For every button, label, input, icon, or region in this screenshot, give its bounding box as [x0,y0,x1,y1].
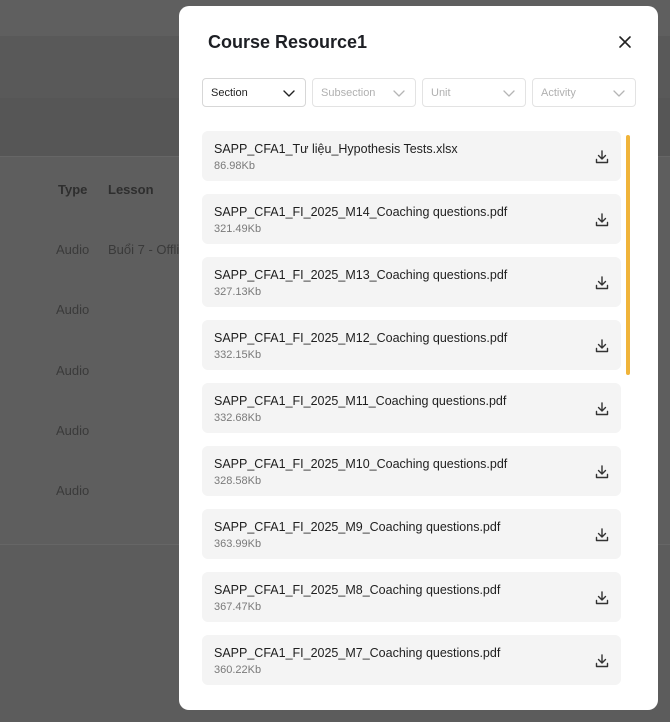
file-name: SAPP_CFA1_FI_2025_M11_Coaching questions… [214,394,507,408]
activity-dropdown[interactable]: Activity [532,78,636,107]
file-size: 367.47Kb [214,601,262,613]
chevron-down-icon [283,89,295,97]
list-item: SAPP_CFA1_FI_2025_M12_Coaching questions… [202,320,621,370]
dropdown-label: Activity [541,86,576,99]
resource-list: SAPP_CFA1_Tư liệu_Hypothesis Tests.xlsx … [202,131,622,698]
download-button[interactable] [594,464,610,480]
file-size: 86.98Kb [214,160,255,172]
list-item: SAPP_CFA1_FI_2025_M9_Coaching questions.… [202,509,621,559]
download-button[interactable] [594,275,610,291]
list-item: SAPP_CFA1_FI_2025_M8_Coaching questions.… [202,572,621,622]
file-name: SAPP_CFA1_FI_2025_M13_Coaching questions… [214,268,508,282]
download-icon [595,339,609,353]
download-icon [595,276,609,290]
download-icon [595,150,609,164]
download-icon [595,654,609,668]
dropdown-label: Unit [431,86,451,99]
close-button[interactable] [615,32,635,52]
background-cell-type: Audio [56,302,90,317]
file-size: 332.15Kb [214,349,262,361]
list-item: SAPP_CFA1_Tư liệu_Hypothesis Tests.xlsx … [202,131,621,181]
file-size: 363.99Kb [214,538,262,550]
download-button[interactable] [594,590,610,606]
file-name: SAPP_CFA1_FI_2025_M9_Coaching questions.… [214,520,501,534]
modal-title: Course Resource1 [208,32,368,52]
list-item: SAPP_CFA1_FI_2025_M11_Coaching questions… [202,383,621,433]
chevron-down-icon [393,89,405,97]
unit-dropdown[interactable]: Unit [422,78,526,107]
list-item: SAPP_CFA1_FI_2025_M10_Coaching questions… [202,446,621,496]
file-name: SAPP_CFA1_FI_2025_M12_Coaching questions… [214,331,508,345]
close-icon [619,36,631,48]
download-icon [595,402,609,416]
download-button[interactable] [594,527,610,543]
download-icon [595,528,609,542]
dropdown-label: Subsection [321,86,376,99]
background-cell-type: Audio [56,363,90,378]
chevron-down-icon [503,89,515,97]
download-button[interactable] [594,338,610,354]
file-name: SAPP_CFA1_FI_2025_M8_Coaching questions.… [214,583,501,597]
file-name: SAPP_CFA1_FI_2025_M10_Coaching questions… [214,457,508,471]
download-icon [595,591,609,605]
download-button[interactable] [594,401,610,417]
scrollbar[interactable] [626,135,630,375]
filter-bar: Section Subsection Unit Activity [202,78,636,107]
chevron-down-icon [613,89,625,97]
section-dropdown[interactable]: Section [202,78,306,107]
download-button[interactable] [594,149,610,165]
file-name: SAPP_CFA1_FI_2025_M7_Coaching questions.… [214,646,501,660]
download-button[interactable] [594,212,610,228]
background-cell-type: Audio [56,242,90,257]
background-cell-lesson: Buổi 7 - Offlin [108,242,187,257]
background-table-header-lesson: Lesson [108,182,154,197]
file-size: 321.49Kb [214,223,262,235]
list-item: SAPP_CFA1_FI_2025_M14_Coaching questions… [202,194,621,244]
file-name: SAPP_CFA1_FI_2025_M14_Coaching questions… [214,205,508,219]
download-icon [595,465,609,479]
download-icon [595,213,609,227]
download-button[interactable] [594,653,610,669]
course-resource-modal: Course Resource1 Section Subsection Unit… [179,6,658,710]
background-cell-type: Audio [56,483,90,498]
file-name: SAPP_CFA1_Tư liệu_Hypothesis Tests.xlsx [214,142,458,156]
file-size: 332.68Kb [214,412,262,424]
file-size: 327.13Kb [214,286,262,298]
file-size: 360.22Kb [214,664,262,676]
file-size: 328.58Kb [214,475,262,487]
dropdown-label: Section [211,86,248,99]
subsection-dropdown[interactable]: Subsection [312,78,416,107]
background-table-header-type: Type [58,182,88,197]
list-item: SAPP_CFA1_FI_2025_M13_Coaching questions… [202,257,621,307]
list-item: SAPP_CFA1_FI_2025_M7_Coaching questions.… [202,635,621,685]
background-cell-type: Audio [56,423,90,438]
